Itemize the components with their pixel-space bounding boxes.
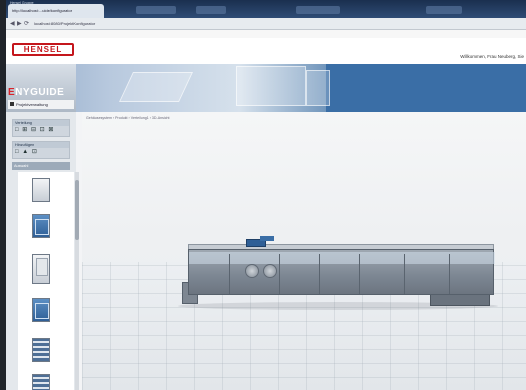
thumbnail-cabinet-blue[interactable] xyxy=(28,212,54,242)
fan-vent xyxy=(245,264,259,278)
thumbnail-cabinet-plain[interactable] xyxy=(28,176,54,206)
cabinet-divider xyxy=(229,254,230,294)
cabinet-row-model[interactable] xyxy=(188,249,495,295)
address-bar: ◀ ▶ ⟳ localhost:8080/ProjektKonfigurator xyxy=(6,18,526,30)
3d-viewport[interactable]: Gehäusesystem › Produkt › Verteilung1 › … xyxy=(82,112,526,390)
project-management-button[interactable]: Projektverwaltung xyxy=(8,100,74,109)
reload-icon[interactable]: ⟳ xyxy=(24,21,29,27)
enyguide-logo[interactable]: ENYGUIDE xyxy=(8,87,64,98)
verteilung-section: Verteilung □ ⊞ ⊟ ⊡ ⊠ xyxy=(12,119,70,137)
blurred-tab[interactable] xyxy=(196,6,226,14)
thumbnail-cabinet-blue[interactable] xyxy=(28,296,54,326)
hensel-logo[interactable]: HENSEL xyxy=(12,43,74,56)
product-thumbnail-list xyxy=(18,172,74,390)
forward-icon[interactable]: ▶ xyxy=(17,21,22,27)
breadcrumb: Gehäusesystem › Produkt › Verteilung1 › … xyxy=(86,116,170,120)
toolbar-strip xyxy=(6,30,526,38)
page-header: HENSEL Willkommen, Frau Neuberg, Sie xyxy=(6,38,526,64)
thumbnail-cabinet-door[interactable] xyxy=(28,252,54,284)
browser-screen: Hensel Gruppe http://localhost:...uide/k… xyxy=(6,0,526,390)
cabinet-divider xyxy=(449,254,450,294)
blue-connector-cap xyxy=(260,236,274,241)
blurred-tab[interactable] xyxy=(136,6,176,14)
blurred-tab[interactable] xyxy=(296,6,340,14)
welcome-text: Willkommen, Frau Neuberg, Sie xyxy=(460,54,524,59)
scrollbar-thumb[interactable] xyxy=(75,180,79,240)
browser-tab[interactable]: http://localhost:...uide/konfigurator xyxy=(8,4,104,18)
banner-blue-panel xyxy=(326,64,526,112)
browser-tab-bar: Hensel Gruppe http://localhost:...uide/k… xyxy=(6,0,526,18)
hinzufuegen-section: Hinzufügen □ ▲ ⊡ xyxy=(12,141,70,159)
banner-image-detail xyxy=(119,72,193,102)
url-field[interactable]: localhost:8080/ProjektKonfigurator xyxy=(34,21,95,26)
thumbnail-cabinet-grid[interactable] xyxy=(28,336,54,366)
blurred-tab[interactable] xyxy=(426,6,462,14)
thumbnail-cabinet-grid[interactable] xyxy=(28,372,54,390)
brand-rest: NYGUIDE xyxy=(15,87,65,98)
banner-image-detail xyxy=(306,70,330,106)
auswahl-header[interactable]: Auswahl xyxy=(12,162,70,170)
cabinet-divider xyxy=(359,254,360,294)
cabinet-divider xyxy=(404,254,405,294)
banner-image-detail xyxy=(236,66,306,106)
folder-icon xyxy=(10,102,14,106)
toolbar-icons[interactable]: □ ▲ ⊡ xyxy=(13,148,69,157)
project-label: Projektverwaltung xyxy=(16,102,48,107)
brand-panel: ENYGUIDE Projektverwaltung xyxy=(6,64,76,112)
back-icon[interactable]: ◀ xyxy=(10,21,15,27)
toolbar-icons[interactable]: □ ⊞ ⊟ ⊡ ⊠ xyxy=(13,126,69,135)
cabinet-divider xyxy=(279,254,280,294)
header-banner xyxy=(6,64,526,112)
fan-vent xyxy=(263,264,277,278)
cabinet-divider xyxy=(319,254,320,294)
